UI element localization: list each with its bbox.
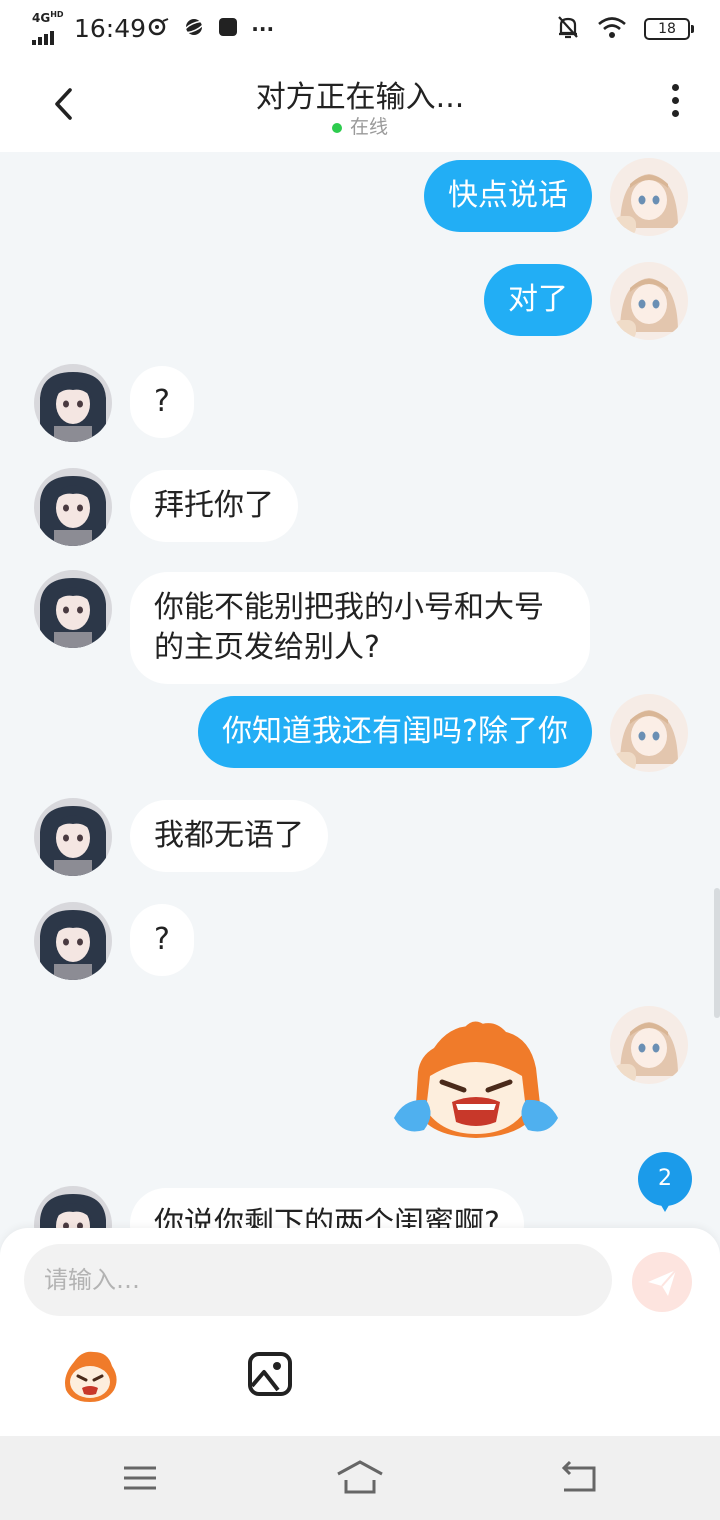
my-avatar[interactable] bbox=[610, 694, 688, 772]
signal-icon: 4GHD bbox=[32, 10, 66, 45]
unread-count: 2 bbox=[638, 1152, 692, 1206]
crying-cartoon-sticker[interactable] bbox=[390, 1018, 562, 1148]
contact-avatar[interactable] bbox=[34, 902, 112, 980]
message-bubble[interactable]: 你知道我还有闺吗?除了你 bbox=[198, 696, 592, 768]
message-bubble[interactable]: 快点说话 bbox=[424, 160, 592, 232]
image-icon bbox=[248, 1352, 292, 1396]
unread-count-badge[interactable]: 2 bbox=[638, 1152, 692, 1214]
message-input[interactable] bbox=[24, 1244, 612, 1316]
app-icon bbox=[218, 17, 238, 41]
message-bubble[interactable]: 你说你剩下的两个闺蜜啊? bbox=[130, 1188, 524, 1228]
menu-icon[interactable] bbox=[116, 1456, 164, 1500]
paper-plane-icon bbox=[648, 1269, 677, 1296]
message-incoming: 你说你剩下的两个闺蜜啊? bbox=[0, 1186, 720, 1228]
battery-icon: 18 bbox=[644, 18, 694, 40]
network-type: 4G bbox=[32, 11, 51, 25]
contact-avatar[interactable] bbox=[34, 570, 112, 648]
cartoon-face-icon bbox=[65, 1351, 117, 1402]
contact-avatar[interactable] bbox=[34, 1186, 112, 1228]
chat-title: 对方正在输入... bbox=[255, 80, 465, 115]
my-avatar[interactable] bbox=[610, 1006, 688, 1084]
back-nav-icon[interactable] bbox=[556, 1456, 604, 1500]
message-outgoing: 快点说话 bbox=[0, 158, 720, 240]
online-status-label: 在线 bbox=[349, 116, 388, 138]
vinyl-icon bbox=[148, 17, 170, 41]
message-incoming: 你能不能别把我的小号和大号的主页发给别人? bbox=[0, 570, 720, 690]
message-bubble[interactable]: 你能不能别把我的小号和大号的主页发给别人? bbox=[130, 572, 590, 684]
overflow-dots: ··· bbox=[251, 17, 275, 41]
online-status: 在线 bbox=[0, 112, 720, 139]
composer-panel bbox=[0, 1228, 720, 1436]
message-bubble[interactable]: ? bbox=[130, 366, 194, 438]
more-options-button[interactable] bbox=[660, 84, 690, 124]
sticker-button[interactable] bbox=[60, 1348, 120, 1404]
contact-avatar[interactable] bbox=[34, 798, 112, 876]
planet-icon bbox=[183, 16, 205, 42]
message-incoming: 我都无语了 bbox=[0, 798, 720, 880]
message-bubble[interactable]: ? bbox=[130, 904, 194, 976]
send-button[interactable] bbox=[632, 1252, 692, 1312]
message-bubble[interactable]: 对了 bbox=[484, 264, 592, 336]
message-outgoing: 对了 bbox=[0, 262, 720, 344]
wifi-icon bbox=[597, 15, 627, 43]
message-list[interactable]: 快点说话 对了 ? 拜托你了 你能不能别把我的小号和大号的主页发给别人? 你知道… bbox=[0, 152, 720, 1228]
image-button[interactable] bbox=[246, 1350, 294, 1398]
mute-bell-icon bbox=[556, 14, 580, 44]
home-icon[interactable] bbox=[336, 1456, 384, 1500]
scrollbar-thumb[interactable] bbox=[714, 888, 720, 1018]
message-outgoing: 你知道我还有闺吗?除了你 bbox=[0, 694, 720, 776]
system-navigation-bar bbox=[0, 1436, 720, 1520]
network-hd: HD bbox=[50, 10, 64, 19]
contact-avatar[interactable] bbox=[34, 468, 112, 546]
status-bar: 4GHD 16:49 ··· 18 bbox=[0, 0, 720, 56]
my-avatar[interactable] bbox=[610, 262, 688, 340]
message-incoming: ? bbox=[0, 364, 720, 446]
my-avatar[interactable] bbox=[610, 158, 688, 236]
message-bubble[interactable]: 我都无语了 bbox=[130, 800, 328, 872]
message-incoming: 拜托你了 bbox=[0, 468, 720, 550]
message-incoming: ? bbox=[0, 902, 720, 984]
chat-header: 对方正在输入... 在线 bbox=[0, 56, 720, 152]
online-dot-icon bbox=[331, 122, 342, 133]
status-time: 16:49 bbox=[74, 14, 147, 43]
message-outgoing-sticker bbox=[0, 1006, 720, 1146]
message-bubble[interactable]: 拜托你了 bbox=[130, 470, 298, 542]
contact-avatar[interactable] bbox=[34, 364, 112, 442]
